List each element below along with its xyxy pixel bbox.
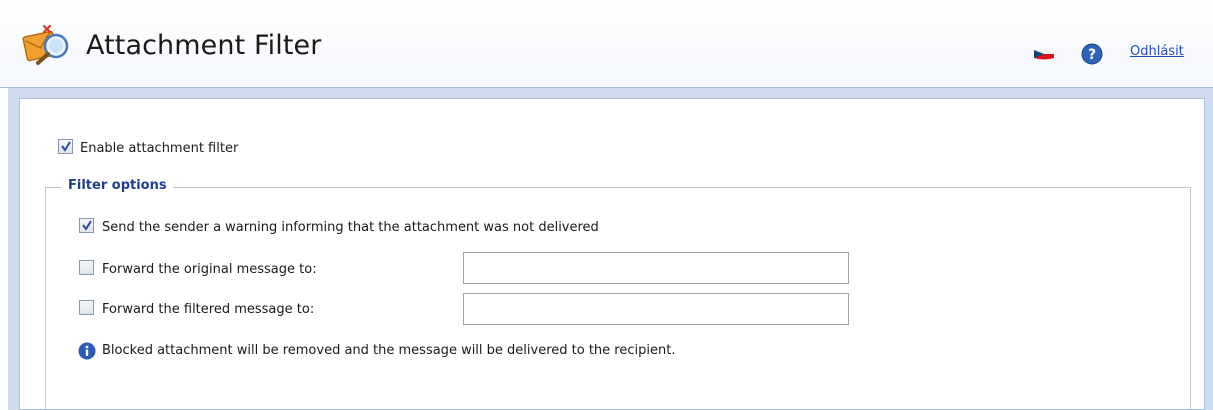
forward-original-label: Forward the original message to:	[102, 262, 317, 277]
logout-link[interactable]: Odhlásit	[1130, 44, 1184, 59]
info-icon	[78, 342, 96, 360]
forward-original-checkbox[interactable]	[79, 260, 94, 275]
page-title: Attachment Filter	[86, 30, 322, 61]
enable-filter-checkbox[interactable]	[58, 139, 73, 154]
filter-options-group: Filter options Send the sender a warning…	[45, 178, 1191, 409]
header-bar: Attachment Filter ? Odhlásit	[0, 0, 1213, 88]
send-warning-label: Send the sender a warning informing that…	[102, 220, 599, 235]
forward-filtered-label: Forward the filtered message to:	[102, 302, 315, 317]
czech-flag-icon[interactable]	[1033, 48, 1055, 60]
forward-filtered-checkbox[interactable]	[79, 300, 94, 315]
filter-options-legend: Filter options	[62, 178, 173, 193]
svg-text:?: ?	[1088, 47, 1096, 63]
attachment-filter-icon	[22, 24, 74, 66]
help-icon[interactable]: ?	[1081, 43, 1103, 65]
send-warning-checkbox[interactable]	[79, 218, 94, 233]
enable-filter-label: Enable attachment filter	[80, 141, 239, 156]
info-text: Blocked attachment will be removed and t…	[102, 343, 676, 358]
forward-filtered-input[interactable]	[463, 293, 849, 325]
content-area: Enable attachment filter Filter options …	[8, 88, 1213, 410]
settings-panel: Enable attachment filter Filter options …	[19, 98, 1205, 410]
forward-original-input[interactable]	[463, 252, 849, 284]
